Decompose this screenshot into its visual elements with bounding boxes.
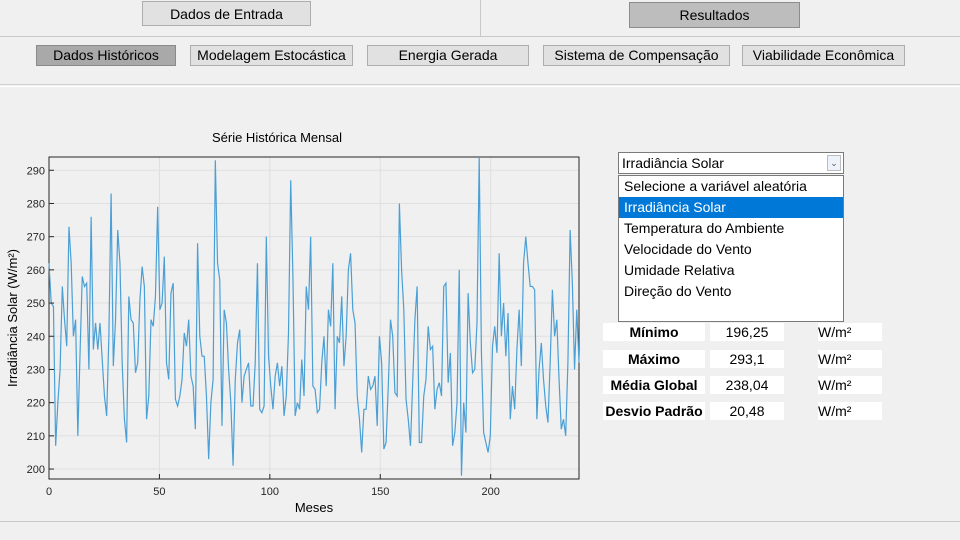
y-tick-label: 250: [27, 298, 45, 310]
chevron-down-icon[interactable]: ⌄: [827, 155, 841, 171]
variable-select[interactable]: Irradiância Solar ⌄: [618, 152, 844, 174]
y-tick-label: 280: [27, 198, 45, 210]
dropdown-option[interactable]: Umidade Relativa: [619, 260, 843, 281]
x-tick-label: 0: [46, 486, 52, 498]
stat-unit-mean: W/m²: [818, 376, 882, 394]
top-divider: [480, 0, 481, 36]
chart-title: Série Histórica Mensal: [212, 130, 342, 145]
results-button[interactable]: Resultados: [629, 2, 800, 28]
stat-unit-min: W/m²: [818, 323, 882, 341]
line-chart: Série Histórica Mensal 0 50 100 150 200 2002…: [5, 130, 580, 515]
panel-bottom-line: [0, 521, 960, 522]
top-bar: Dados de Entrada Resultados: [0, 0, 960, 37]
y-tick-label: 260: [27, 265, 45, 277]
x-tick-label: 50: [153, 486, 165, 498]
x-tick-label: 200: [481, 486, 499, 498]
stat-value-mean: 238,04: [710, 376, 784, 394]
stat-label-mean: Média Global: [603, 376, 705, 394]
tab-dados-historicos[interactable]: Dados Históricos: [36, 45, 176, 66]
y-tick-label: 240: [27, 331, 45, 343]
stat-unit-std: W/m²: [818, 402, 882, 420]
stat-value-max: 293,1: [710, 350, 784, 368]
dropdown-option[interactable]: Temperatura do Ambiente: [619, 218, 843, 239]
dropdown-option[interactable]: Direção do Vento: [619, 281, 843, 302]
x-axis-ticks: 0 50 100 150 200: [46, 474, 500, 498]
tab-viabilidade-economica[interactable]: Viabilidade Econômica: [742, 45, 905, 66]
y-tick-label: 290: [27, 165, 45, 177]
dropdown-option-selected[interactable]: Irradiância Solar: [619, 197, 843, 218]
y-tick-label: 200: [27, 464, 45, 476]
y-tick-label: 230: [27, 364, 45, 376]
tab-sistema-compensacao[interactable]: Sistema de Compensação: [543, 45, 730, 66]
series-line: [48, 156, 580, 476]
stat-unit-max: W/m²: [818, 350, 882, 368]
stat-label-min: Mínimo: [603, 323, 705, 341]
tab-energia-gerada[interactable]: Energia Gerada: [367, 45, 529, 66]
y-axis-label: Irradiância Solar (W/m²): [5, 249, 20, 387]
variable-dropdown-list: Selecione a variável aleatória Irradiânc…: [618, 175, 844, 322]
dropdown-option[interactable]: Velocidade do Vento: [619, 239, 843, 260]
input-data-button[interactable]: Dados de Entrada: [142, 1, 311, 26]
stat-label-max: Máximo: [603, 350, 705, 368]
x-tick-label: 150: [371, 486, 389, 498]
variable-select-value: Irradiância Solar: [622, 155, 724, 171]
stat-value-min: 196,25: [710, 323, 784, 341]
y-tick-label: 220: [27, 398, 45, 410]
panel-separator: [0, 84, 960, 85]
x-tick-label: 100: [261, 486, 279, 498]
tab-modelagem-estocastica[interactable]: Modelagem Estocástica: [190, 45, 353, 66]
x-axis-label: Meses: [295, 500, 334, 515]
stat-label-std: Desvio Padrão: [603, 402, 705, 420]
y-axis-ticks: 200 210 220 230 240 250 260 270 280 290: [27, 165, 54, 476]
y-tick-label: 270: [27, 232, 45, 244]
stat-value-std: 20,48: [710, 402, 784, 420]
panel-separator-highlight: [0, 86, 960, 87]
dropdown-option[interactable]: Selecione a variável aleatória: [619, 176, 843, 197]
tab-bar: Dados Históricos Modelagem Estocástica E…: [0, 37, 960, 73]
y-tick-label: 210: [27, 431, 45, 443]
